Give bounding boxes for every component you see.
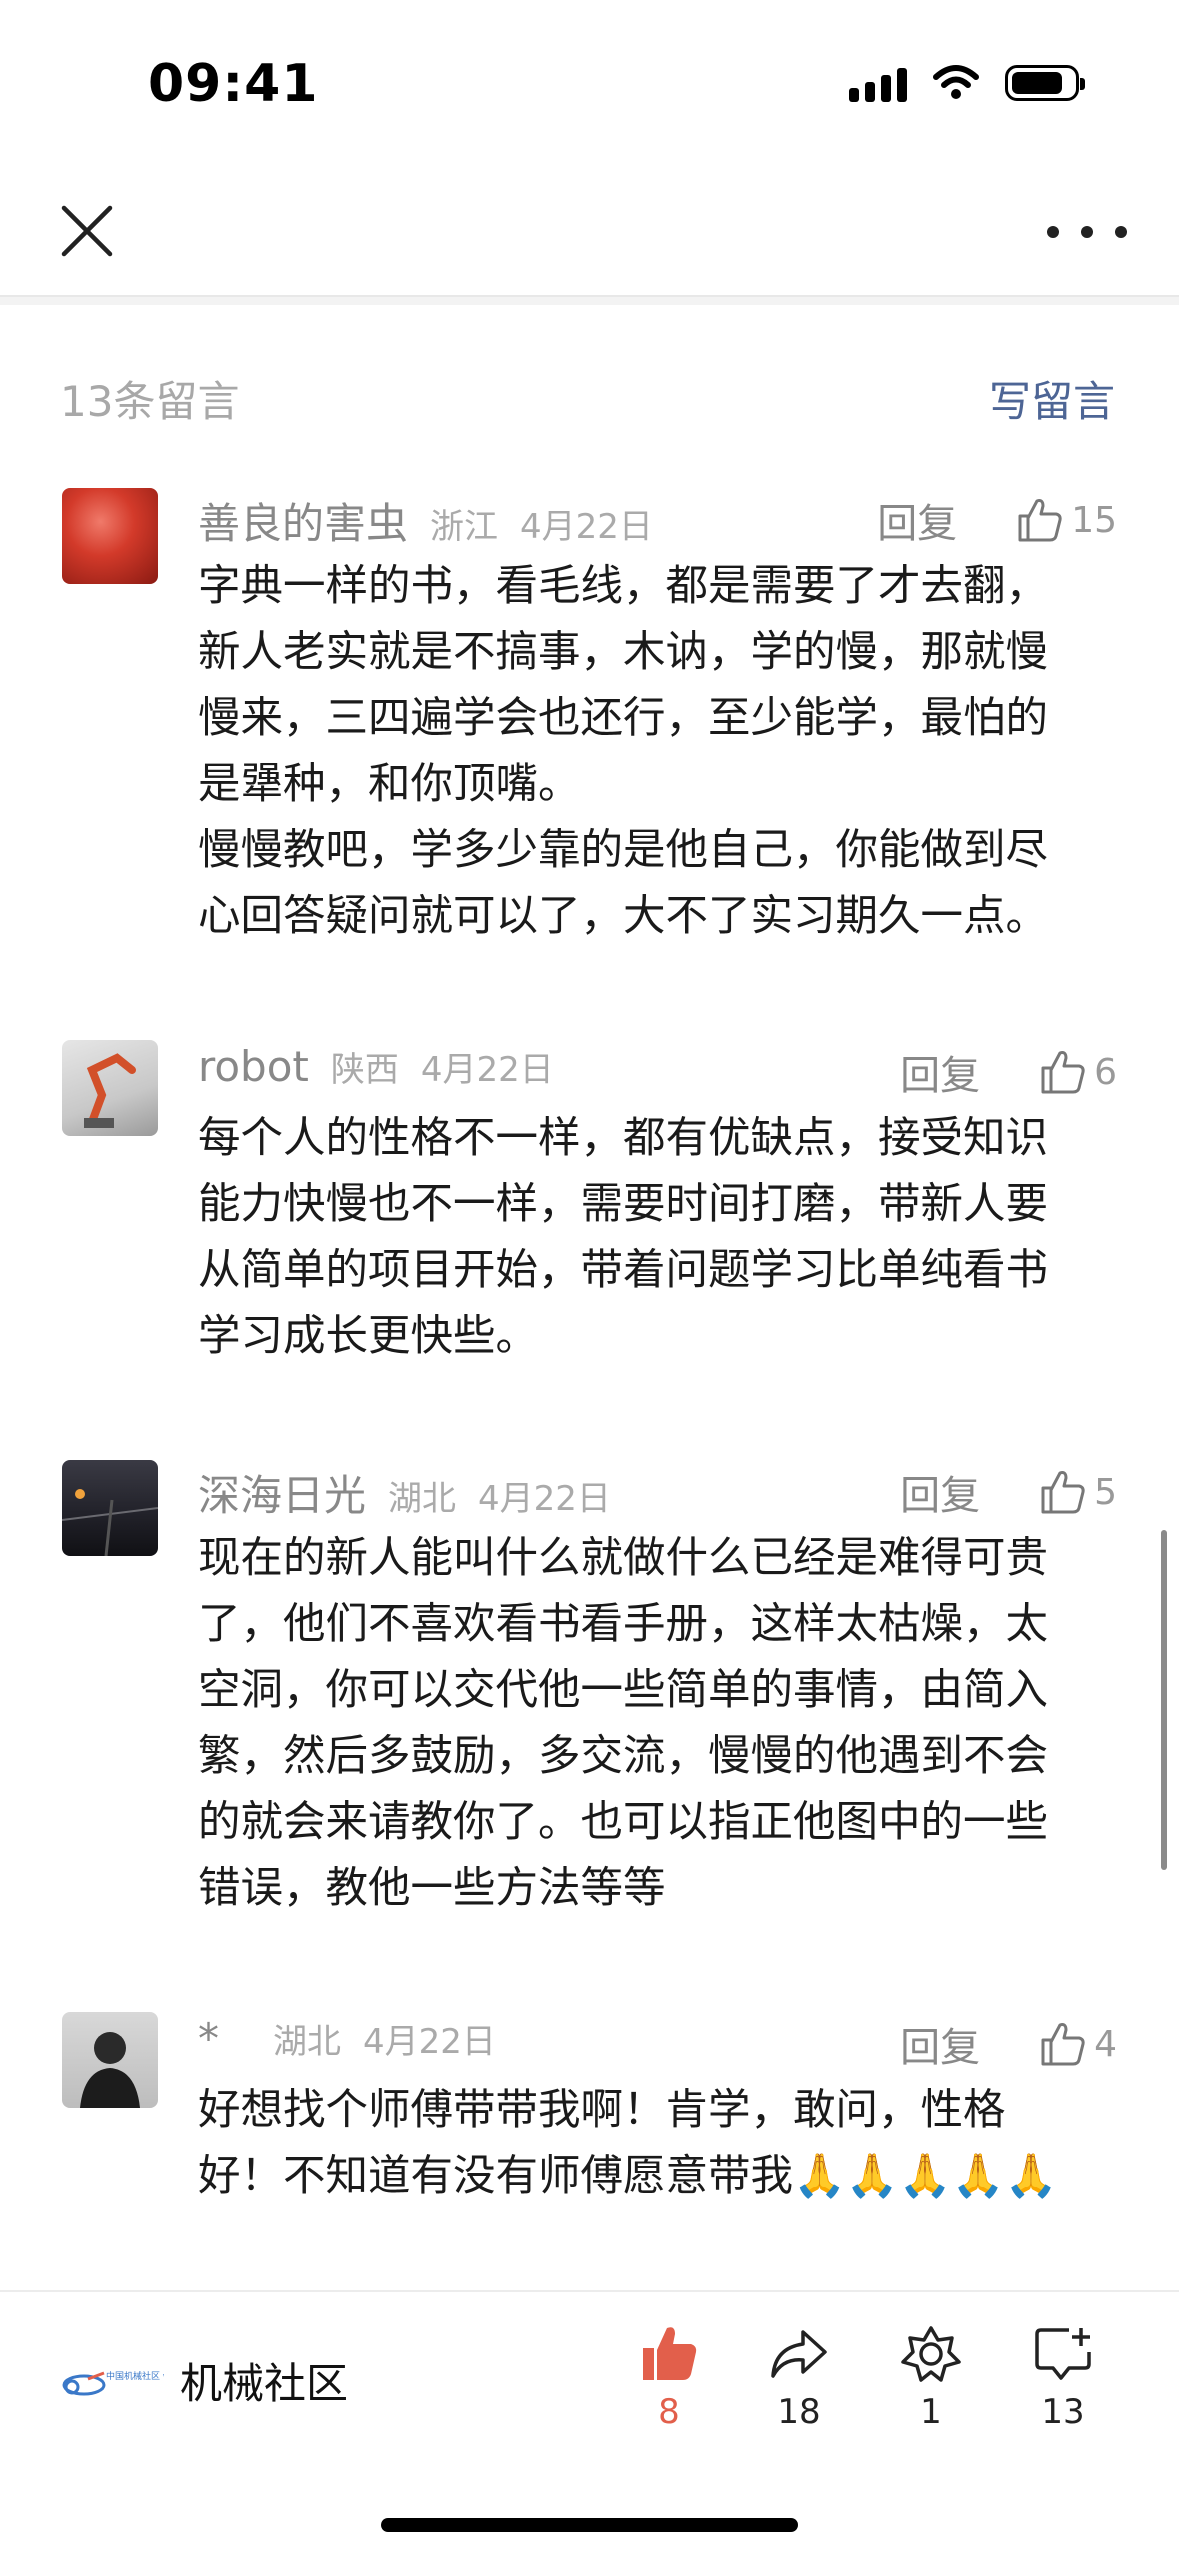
- commenter-location: 湖北: [273, 2022, 341, 2062]
- commenter-location: 陕西: [330, 1050, 399, 1090]
- thumbs-up-icon: [1041, 1471, 1085, 1514]
- account-name[interactable]: 机械社区: [180, 2350, 348, 2411]
- like-count: 8: [658, 2392, 680, 2432]
- nav-bar: [0, 170, 1179, 297]
- comment-actions: 回复 5: [900, 1460, 1117, 1524]
- like-count: 6: [1094, 1051, 1117, 1093]
- like-count: 4: [1094, 2023, 1117, 2065]
- like-button[interactable]: 6: [1038, 1047, 1117, 1097]
- reply-button[interactable]: 回复: [900, 2015, 980, 2073]
- thumbs-up-icon: [1018, 499, 1062, 542]
- status-bar: 09:41: [0, 0, 1179, 170]
- comments-header: 13条留言 写留言: [0, 360, 1179, 430]
- thumbs-up-icon: [1041, 1051, 1085, 1094]
- comment-actions: 回复 4: [900, 2012, 1117, 2076]
- comment-text: 现在的新人能叫什么就做什么已经是难得可贵 了，他们不喜欢看书看手册，这样太枯燥，…: [198, 1534, 1049, 1913]
- like-button[interactable]: 5: [1038, 1467, 1117, 1517]
- commenter-name[interactable]: 善良的害虫: [198, 490, 408, 551]
- comment-date: 4月22日: [520, 507, 653, 547]
- recommend-count: 1: [920, 2392, 942, 2432]
- comment-date: 4月22日: [478, 1479, 611, 1519]
- like-button[interactable]: 4: [1038, 2019, 1117, 2069]
- comment-actions: 回复 6: [900, 1040, 1117, 1104]
- thumbs-up-icon: [1041, 2023, 1085, 2066]
- comment-text: 每个人的性格不一样，都有优缺点，接受知识 能力快慢也不一样，需要时间打磨，带新人…: [198, 1114, 1049, 1361]
- status-icons: [849, 64, 1085, 102]
- reply-button[interactable]: 回复: [900, 1463, 980, 1521]
- comment-text: 好想找个师傅带带我啊！肯学，敢问，性格 好！不知道有没有师傅愿意带我🙏🙏🙏🙏🙏: [198, 2086, 1058, 2201]
- divider: [0, 297, 1179, 305]
- comment-button[interactable]: 13: [1018, 2322, 1108, 2432]
- like-article-button[interactable]: 8: [624, 2322, 714, 2432]
- logo-text: 中国机械社区 www.cmiw.cn: [106, 2370, 164, 2382]
- wifi-icon: [933, 65, 979, 99]
- comment-date: 4月22日: [420, 1050, 554, 1090]
- commenter-name[interactable]: *: [198, 2014, 219, 2063]
- like-button[interactable]: 15: [1015, 495, 1117, 545]
- cellular-signal-icon: [849, 64, 907, 102]
- comment-text: 字典一样的书，看毛线，都是需要了才去翻， 新人老实就是不搞事，木讷，学的慢，那就…: [198, 562, 1049, 941]
- avatar[interactable]: [62, 2012, 158, 2108]
- comment-count: 13: [1041, 2392, 1085, 2432]
- comment-count-label: 13条留言: [60, 377, 240, 426]
- commenter-location: 湖北: [388, 1479, 457, 1519]
- more-icon[interactable]: [1047, 212, 1127, 252]
- comment-meta: * 湖北 4月22日: [198, 2014, 496, 2074]
- reply-button[interactable]: 回复: [900, 1043, 980, 1101]
- thumbs-up-filled-icon: [643, 2327, 697, 2380]
- share-count: 18: [777, 2392, 821, 2432]
- like-count: 5: [1094, 1471, 1117, 1513]
- avatar[interactable]: [62, 488, 158, 584]
- comment-actions: 回复 15: [877, 488, 1117, 552]
- write-comment-button[interactable]: 写留言: [989, 368, 1115, 429]
- add-comment-icon: [1035, 2328, 1091, 2380]
- account-logo[interactable]: 中国机械社区 www.cmiw.cn: [58, 2357, 164, 2405]
- like-count: 15: [1071, 499, 1117, 541]
- commenter-name[interactable]: 深海日光: [198, 1462, 366, 1523]
- comment-meta: 深海日光 湖北 4月22日: [198, 1462, 611, 1522]
- close-icon[interactable]: [52, 196, 122, 266]
- share-icon: [771, 2330, 827, 2378]
- scroll-indicator[interactable]: [1161, 1530, 1167, 1870]
- status-time: 09:41: [148, 54, 319, 114]
- commenter-location: 浙江: [430, 507, 499, 547]
- reply-button[interactable]: 回复: [877, 491, 957, 549]
- recommend-icon: [901, 2326, 961, 2382]
- comment-meta: 善良的害虫 浙江 4月22日: [198, 490, 653, 550]
- recommend-button[interactable]: 1: [886, 2322, 976, 2432]
- avatar[interactable]: [62, 1460, 158, 1556]
- comment-meta: robot 陕西 4月22日: [198, 1042, 554, 1102]
- share-button[interactable]: 18: [754, 2322, 844, 2432]
- home-indicator: [381, 2518, 798, 2532]
- comment-date: 4月22日: [363, 2022, 496, 2062]
- avatar[interactable]: [62, 1040, 158, 1136]
- battery-icon: [1005, 65, 1085, 101]
- commenter-name[interactable]: robot: [198, 1042, 309, 1091]
